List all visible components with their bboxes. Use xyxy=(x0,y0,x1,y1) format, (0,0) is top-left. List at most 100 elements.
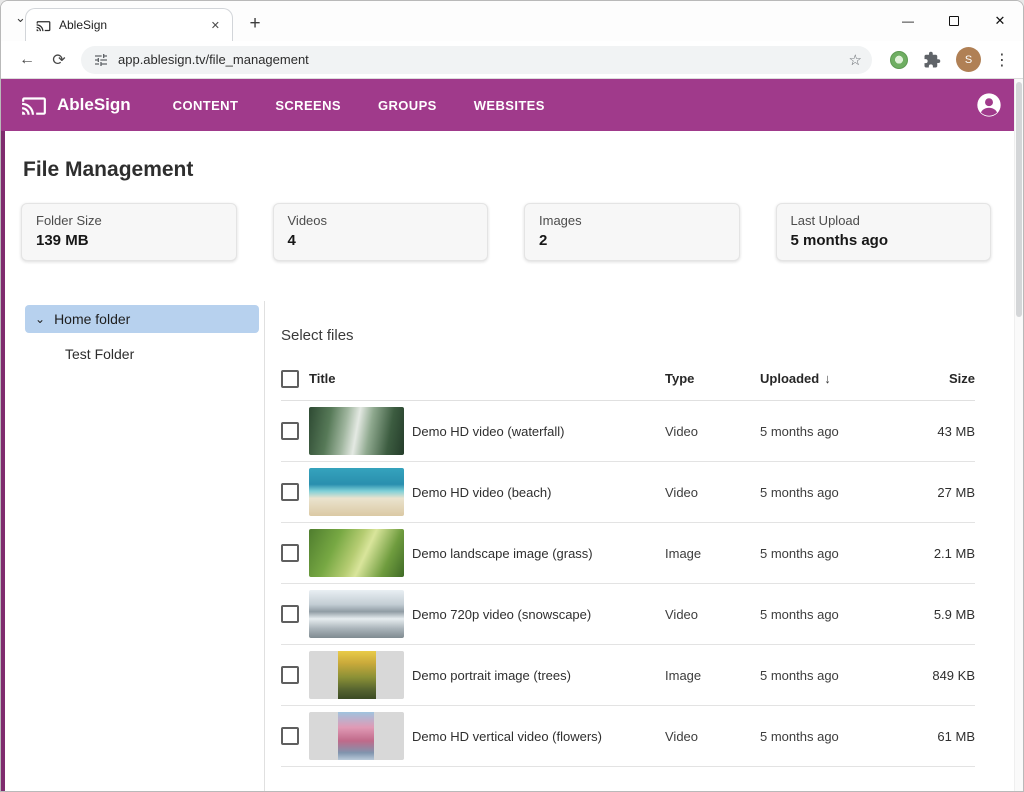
brand-name: AbleSign xyxy=(57,95,131,115)
browser-window: ⌄ AbleSign ✕ + — ✕ ← ⟳ app.ablesign.tv/f… xyxy=(0,0,1024,792)
stat-card: Last Upload 5 months ago xyxy=(776,203,992,261)
stat-value: 5 months ago xyxy=(791,232,977,249)
row-checkbox[interactable] xyxy=(281,605,299,623)
minimize-button[interactable]: — xyxy=(885,1,931,41)
stat-card: Folder Size 139 MB xyxy=(21,203,237,261)
table-row: Demo HD video (waterfall) Video 5 months… xyxy=(281,401,975,462)
browser-menu-icon[interactable]: ⋮ xyxy=(991,50,1013,70)
main-nav: CONTENT SCREENS GROUPS WEBSITES xyxy=(173,98,545,113)
file-panel: Select files Title Type Uploaded ↓ Size … xyxy=(264,301,1023,791)
file-uploaded: 5 months ago xyxy=(760,546,890,561)
stat-value: 4 xyxy=(288,232,474,249)
stat-value: 139 MB xyxy=(36,232,222,249)
window-controls: — ✕ xyxy=(885,1,1023,41)
table-row: Demo 720p video (snowscape) Video 5 mont… xyxy=(281,584,975,645)
app-header: AbleSign CONTENT SCREENS GROUPS WEBSITES xyxy=(1,79,1023,131)
file-title: Demo portrait image (trees) xyxy=(412,668,665,683)
bookmark-star-icon[interactable]: ☆ xyxy=(849,51,862,69)
nav-item[interactable]: GROUPS xyxy=(378,98,437,113)
file-thumbnail xyxy=(309,590,404,638)
column-header-uploaded-label: Uploaded xyxy=(760,371,819,386)
select-files-heading: Select files xyxy=(281,327,975,344)
nav-item[interactable]: SCREENS xyxy=(275,98,341,113)
row-checkbox[interactable] xyxy=(281,727,299,745)
file-size: 27 MB xyxy=(890,485,975,500)
brand-cast-icon xyxy=(21,92,47,118)
file-uploaded: 5 months ago xyxy=(760,729,890,744)
chevron-down-icon: ⌄ xyxy=(35,313,45,325)
page-scrollbar[interactable] xyxy=(1014,79,1023,791)
folder-item[interactable]: ⌄ Home folder xyxy=(25,305,259,333)
stats-row: Folder Size 139 MB Videos 4 Images 2 Las… xyxy=(1,203,1023,261)
column-header-title[interactable]: Title xyxy=(309,371,665,386)
file-thumbnail xyxy=(309,407,404,455)
file-table-body: Demo HD video (waterfall) Video 5 months… xyxy=(281,401,975,767)
row-checkbox[interactable] xyxy=(281,422,299,440)
file-type: Video xyxy=(665,424,760,439)
file-size: 5.9 MB xyxy=(890,607,975,622)
row-checkbox[interactable] xyxy=(281,483,299,501)
file-title: Demo landscape image (grass) xyxy=(412,546,665,561)
back-button[interactable]: ← xyxy=(13,46,41,74)
row-checkbox[interactable] xyxy=(281,544,299,562)
maximize-button[interactable] xyxy=(931,1,977,41)
folder-item[interactable]: ⌄ Test Folder xyxy=(25,340,259,368)
close-button[interactable]: ✕ xyxy=(977,1,1023,41)
tab-title: AbleSign xyxy=(59,18,199,32)
file-thumbnail xyxy=(309,651,404,699)
file-size: 43 MB xyxy=(890,424,975,439)
file-title: Demo HD video (waterfall) xyxy=(412,424,665,439)
brand[interactable]: AbleSign xyxy=(21,92,131,118)
stat-card: Images 2 xyxy=(524,203,740,261)
tab-favicon-cast-icon xyxy=(36,18,51,33)
sort-descending-icon: ↓ xyxy=(824,371,831,386)
file-uploaded: 5 months ago xyxy=(760,485,890,500)
new-tab-button[interactable]: + xyxy=(241,10,269,38)
folder-label: Test Folder xyxy=(65,346,134,362)
file-thumbnail xyxy=(309,468,404,516)
page-title: File Management xyxy=(23,158,1023,182)
select-all-checkbox[interactable] xyxy=(281,370,299,388)
file-uploaded: 5 months ago xyxy=(760,607,890,622)
file-title: Demo HD vertical video (flowers) xyxy=(412,729,665,744)
file-thumbnail xyxy=(309,712,404,760)
row-checkbox[interactable] xyxy=(281,666,299,684)
column-header-type[interactable]: Type xyxy=(665,371,760,386)
file-title: Demo 720p video (snowscape) xyxy=(412,607,665,622)
stat-value: 2 xyxy=(539,232,725,249)
browser-toolbar: ← ⟳ app.ablesign.tv/file_management ☆ S … xyxy=(1,41,1023,79)
table-row: Demo HD video (beach) Video 5 months ago… xyxy=(281,462,975,523)
url-text[interactable]: app.ablesign.tv/file_management xyxy=(118,52,840,67)
page-left-accent-strip xyxy=(1,131,5,791)
refresh-button[interactable]: ⟳ xyxy=(45,46,73,74)
folder-label: Home folder xyxy=(54,311,130,327)
file-type: Video xyxy=(665,485,760,500)
column-header-size[interactable]: Size xyxy=(890,371,975,386)
content-body: ⌄ Home folder ⌄ Test Folder Select files… xyxy=(1,301,1023,791)
file-size: 61 MB xyxy=(890,729,975,744)
folder-sidebar: ⌄ Home folder ⌄ Test Folder xyxy=(1,301,264,791)
column-header-uploaded[interactable]: Uploaded ↓ xyxy=(760,371,890,386)
table-row: Demo HD vertical video (flowers) Video 5… xyxy=(281,706,975,767)
extensions-puzzle-icon[interactable] xyxy=(918,46,946,74)
tab-search-chevron-icon[interactable]: ⌄ xyxy=(15,10,26,26)
site-settings-icon[interactable] xyxy=(93,52,109,68)
file-title: Demo HD video (beach) xyxy=(412,485,665,500)
scrollbar-thumb[interactable] xyxy=(1016,82,1022,317)
file-type: Image xyxy=(665,546,760,561)
file-uploaded: 5 months ago xyxy=(760,424,890,439)
file-size: 2.1 MB xyxy=(890,546,975,561)
tab-close-icon[interactable]: ✕ xyxy=(207,17,224,34)
file-thumbnail xyxy=(309,529,404,577)
nav-item[interactable]: WEBSITES xyxy=(474,98,545,113)
address-bar[interactable]: app.ablesign.tv/file_management ☆ xyxy=(81,46,872,74)
extension-icon[interactable] xyxy=(890,51,908,69)
profile-avatar[interactable]: S xyxy=(956,47,981,72)
account-button[interactable] xyxy=(975,91,1003,119)
nav-item[interactable]: CONTENT xyxy=(173,98,239,113)
file-type: Video xyxy=(665,729,760,744)
browser-tab[interactable]: AbleSign ✕ xyxy=(25,8,233,41)
file-size: 849 KB xyxy=(890,668,975,683)
table-row: Demo portrait image (trees) Image 5 mont… xyxy=(281,645,975,706)
stat-label: Folder Size xyxy=(36,213,222,228)
